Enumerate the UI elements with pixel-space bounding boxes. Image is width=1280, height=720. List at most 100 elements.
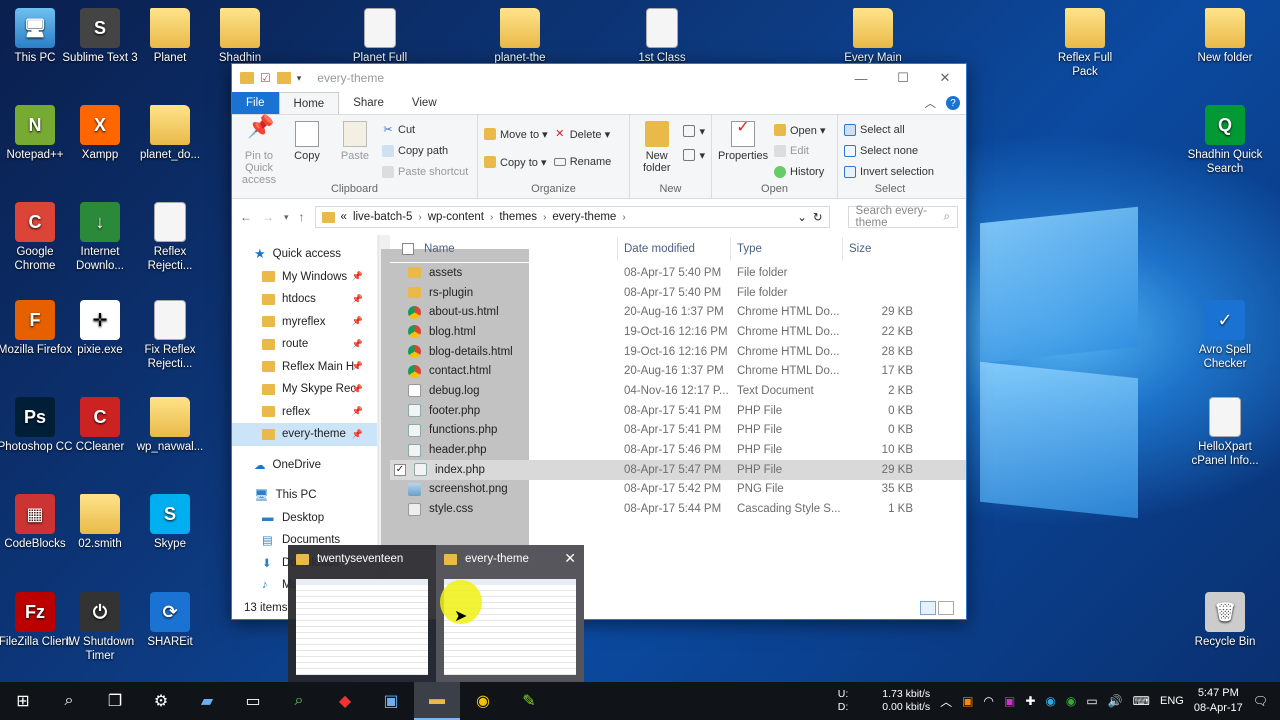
tray-app-icon[interactable]: ▣ <box>962 694 973 708</box>
table-row[interactable]: debug.log 04-Nov-16 12:17 P... Text Docume… <box>390 381 966 401</box>
desktop-icon[interactable]: S Sublime Text 3 <box>60 8 140 65</box>
desktop-icon[interactable]: planet-the <box>480 8 560 65</box>
address-bar[interactable]: « live-batch-5 › wp-content › themes › ever… <box>314 206 830 228</box>
desktop-icon[interactable]: Reflex Full Pack <box>1045 8 1125 79</box>
refresh-icon[interactable]: ↻ <box>813 210 823 224</box>
desktop-icon[interactable]: wp_navwal... <box>130 397 210 454</box>
collapse-ribbon-icon[interactable]: ︿ <box>925 95 937 111</box>
invert-selection-button[interactable]: Invert selection <box>844 164 934 180</box>
close-thumbnail-icon[interactable]: ✕ <box>564 550 576 567</box>
select-all-checkbox[interactable] <box>402 242 414 255</box>
volume-icon[interactable]: 🔊 <box>1108 694 1123 708</box>
breadcrumb-overflow[interactable]: « <box>341 211 347 223</box>
move-to-button[interactable]: Move to ▾ <box>484 126 548 142</box>
details-view-button[interactable] <box>920 601 936 615</box>
table-row[interactable]: about-us.html 20-Aug-16 1:37 PM Chrome HTM… <box>390 302 966 322</box>
chevron-right-icon[interactable]: › <box>418 212 421 223</box>
edit-button[interactable]: Edit <box>774 143 826 159</box>
table-row[interactable]: contact.html 20-Aug-16 1:37 PM Chrome HTML… <box>390 361 966 381</box>
copy-path-button[interactable]: Copy path <box>382 143 468 159</box>
language-indicator[interactable]: ENG <box>1160 695 1184 707</box>
desktop-icon[interactable]: ⏻ IW Shutdown Timer <box>60 592 140 663</box>
desktop-icon[interactable]: Shadhin <box>200 8 280 65</box>
table-row[interactable]: header.php 08-Apr-17 5:46 PM PHP File 10 KB <box>390 440 966 460</box>
title-bar[interactable]: ☑ ▾ every-theme — ☐ ✕ <box>232 64 966 92</box>
search-icon[interactable]: ⌕ <box>46 682 92 720</box>
desktop-icon[interactable]: Planet <box>130 8 210 65</box>
maximize-button[interactable]: ☐ <box>882 64 924 92</box>
desktop-icon[interactable]: ✛ pixie.exe <box>60 300 140 357</box>
table-row[interactable]: ✓ index.php 08-Apr-17 5:47 PM PHP File 29 KB <box>390 459 966 480</box>
desktop-icon[interactable]: New folder <box>1185 8 1265 65</box>
search-app-icon[interactable]: ⌕ <box>276 682 322 720</box>
chevron-right-icon[interactable]: › <box>622 212 625 223</box>
desktop-icon[interactable]: 🗑 Recycle Bin <box>1185 592 1265 649</box>
up-arrow-icon[interactable]: ↑ <box>299 210 305 224</box>
desktop-icon[interactable]: Q Shadhin Quick Search <box>1185 105 1265 176</box>
desktop-icon[interactable]: ✓ Avro Spell Checker <box>1185 300 1265 371</box>
forward-arrow-icon[interactable]: → <box>262 210 274 224</box>
nav-this-pc[interactable]: 🖥 This PC <box>232 484 377 507</box>
tray-app-icon[interactable]: ✚ <box>1025 694 1035 708</box>
notepad-plus-icon[interactable]: ✎ <box>506 682 552 720</box>
new-folder-quick-icon[interactable] <box>276 72 291 84</box>
desktop-icon[interactable]: planet_do... <box>130 105 210 162</box>
nav-item[interactable]: myreflex 📌 <box>232 311 377 334</box>
desktop-icon[interactable]: C CCleaner <box>60 397 140 454</box>
table-row[interactable]: footer.php 08-Apr-17 5:41 PM PHP File 0 KB <box>390 401 966 421</box>
rename-button[interactable]: Rename <box>553 154 611 170</box>
chevron-up-icon[interactable]: ︿ <box>940 693 952 710</box>
column-size[interactable]: Size <box>843 237 917 261</box>
minimize-button[interactable]: — <box>840 64 882 92</box>
nav-item[interactable]: reflex 📌 <box>232 401 377 424</box>
desktop-icon[interactable]: HelloXpart cPanel Info... <box>1185 397 1265 468</box>
delete-button[interactable]: ✕ Delete ▾ <box>554 126 612 142</box>
chevron-right-icon[interactable]: › <box>490 212 493 223</box>
table-row[interactable]: blog.html 19-Oct-16 12:16 PM Chrome HTML D… <box>390 322 966 342</box>
desktop-app-icon[interactable]: ▣ <box>368 682 414 720</box>
desktop-icon[interactable]: Every Main <box>833 8 913 65</box>
start-button[interactable]: ⊞ <box>0 682 46 720</box>
office-app-icon[interactable]: ◆ <box>322 682 368 720</box>
desktop-icon[interactable]: Fix Reflex Rejecti... <box>130 300 210 371</box>
back-arrow-icon[interactable]: ← <box>240 210 252 224</box>
nav-quick-access[interactable]: ★ Quick access <box>232 243 377 266</box>
chevron-down-icon[interactable]: ▾ <box>284 212 289 223</box>
paste-shortcut-button[interactable]: Paste shortcut <box>382 164 468 180</box>
table-row[interactable]: blog-details.html 19-Oct-16 12:16 PM Chrom… <box>390 342 966 362</box>
desktop-icon[interactable]: Planet Full <box>340 8 420 65</box>
table-row[interactable]: rs-plugin 08-Apr-17 5:40 PM File folder <box>390 283 966 303</box>
settings-gear-icon[interactable]: ⚙ <box>138 682 184 720</box>
wifi-icon[interactable]: ◠ <box>984 694 994 708</box>
chrome-icon[interactable]: ◉ <box>460 682 506 720</box>
nav-item[interactable]: My Skype Rec 📌 <box>232 378 377 401</box>
breadcrumb-item[interactable]: wp-content <box>428 211 484 223</box>
nav-item[interactable]: every-theme 📌 <box>232 423 377 446</box>
nav-item[interactable]: ▬ Desktop <box>232 507 377 530</box>
desktop-icon[interactable]: 02.smith <box>60 494 140 551</box>
nav-scrollbar[interactable] <box>378 235 529 595</box>
terminal-icon[interactable]: ▭ <box>230 682 276 720</box>
file-explorer-icon[interactable]: ▬ <box>414 682 460 720</box>
chevron-down-icon[interactable]: ⌄ <box>797 210 807 224</box>
properties-quick-icon[interactable]: ☑ <box>260 71 271 85</box>
tab-file[interactable]: File <box>232 92 279 114</box>
desktop-icon[interactable]: ↓ Internet Downlo... <box>60 202 140 273</box>
new-item-button[interactable]: ▾ <box>683 123 705 139</box>
breadcrumb-item[interactable]: live-batch-5 <box>353 211 412 223</box>
tab-share[interactable]: Share <box>339 92 398 114</box>
nav-item[interactable]: My Windows 📌 <box>232 266 377 289</box>
nav-item[interactable]: Reflex Main H 📌 <box>232 356 377 379</box>
search-input[interactable]: Search every-theme ⌕ <box>847 205 958 229</box>
column-type[interactable]: Type <box>731 236 843 261</box>
clock[interactable]: 5:47 PM 08-Apr-17 <box>1194 686 1243 716</box>
tray-app-icon[interactable]: ◉ <box>1066 694 1076 708</box>
easy-access-button[interactable]: ▾ <box>683 147 705 163</box>
table-row[interactable]: style.css 08-Apr-17 5:44 PM Cascading Styl… <box>390 499 966 519</box>
select-all-button[interactable]: Select all <box>844 122 934 138</box>
nav-onedrive[interactable]: ☁ OneDrive <box>232 454 377 477</box>
row-checkbox[interactable]: ✓ <box>394 463 406 476</box>
tab-home[interactable]: Home <box>278 92 340 114</box>
open-button[interactable]: Open ▾ <box>774 122 826 138</box>
column-name[interactable]: Name <box>390 236 618 261</box>
